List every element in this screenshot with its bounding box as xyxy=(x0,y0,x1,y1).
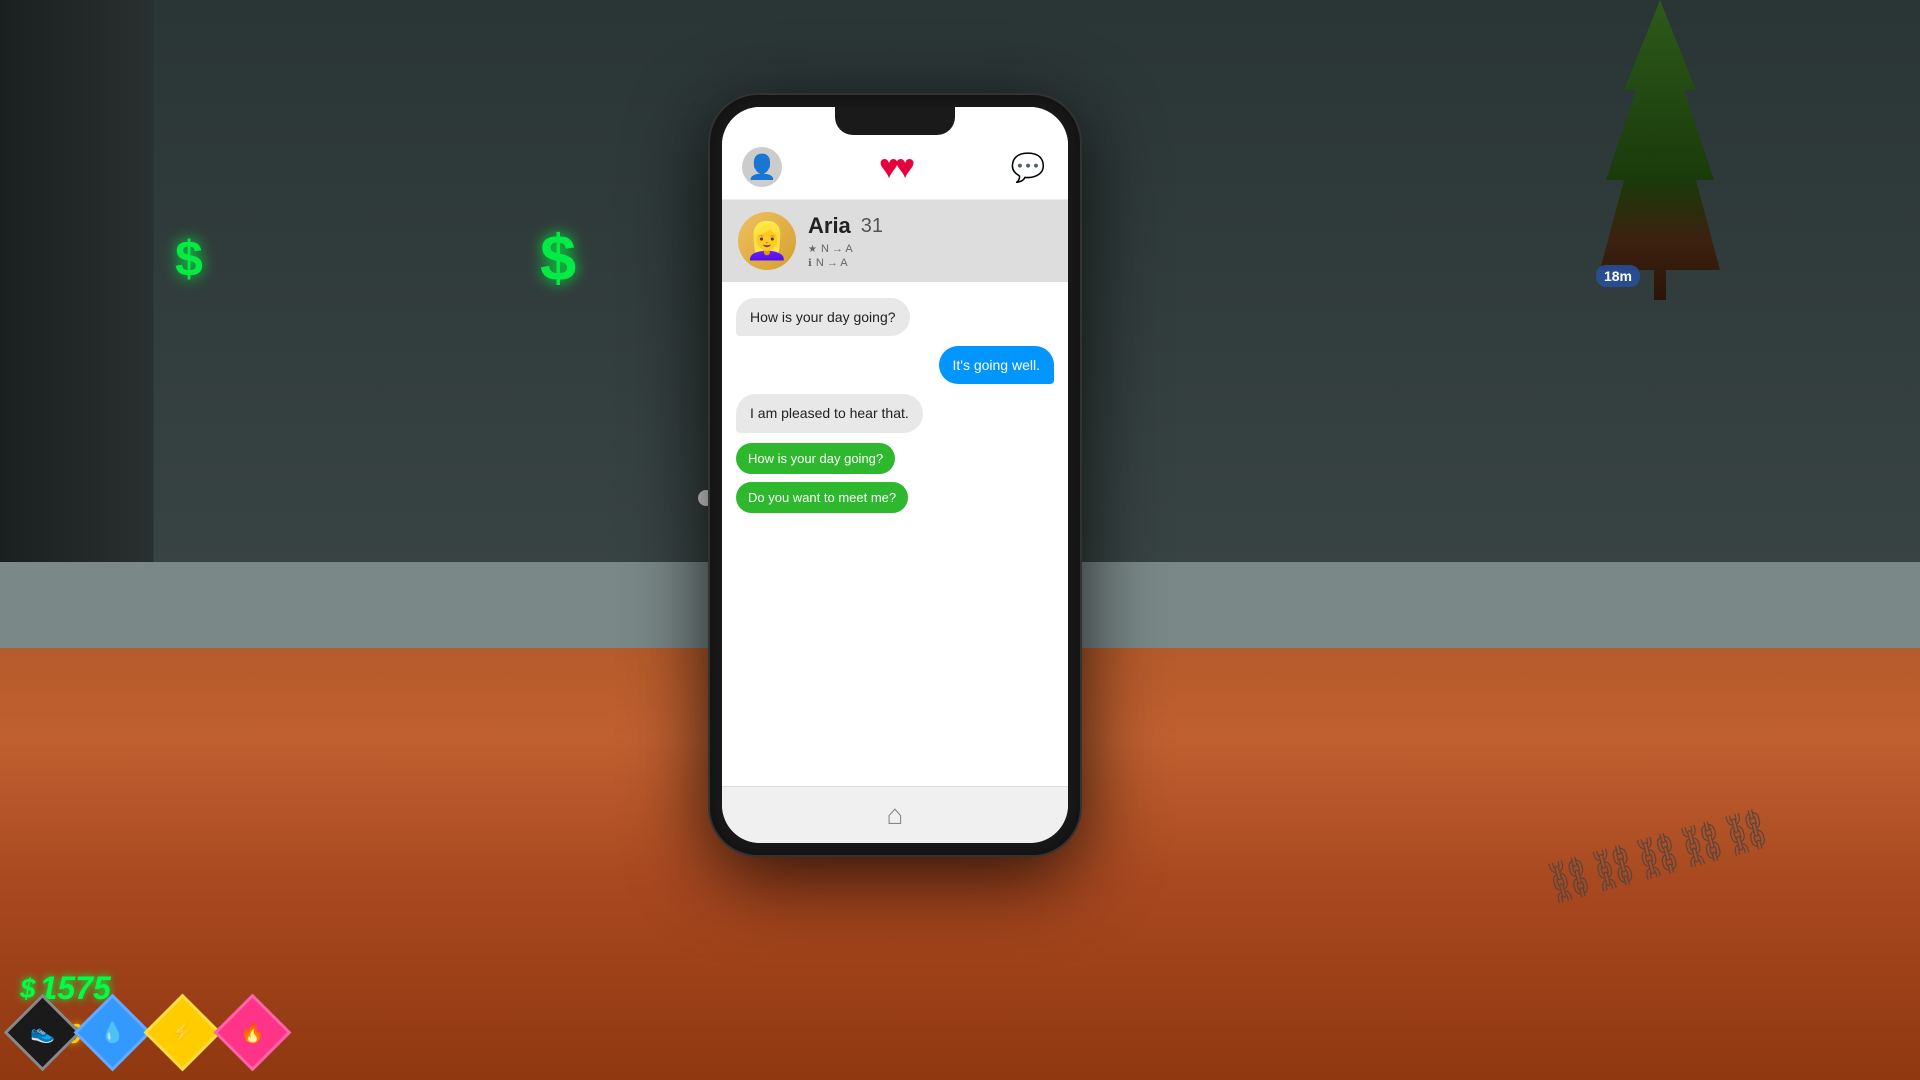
message-1: How is your day going? xyxy=(736,298,910,336)
message-2: It's going well. xyxy=(939,346,1055,384)
stat-row-2: ℹ N → A xyxy=(808,257,1052,269)
chat-icon-header[interactable]: 💬 xyxy=(1008,147,1048,187)
ability-icon-1-symbol: 👟 xyxy=(30,1020,55,1045)
phone-shell: 👤 ♥♥ 💬 👱‍♀️ Aria xyxy=(710,95,1080,855)
chat-area: How is your day going? It's going well. … xyxy=(722,282,1068,786)
stat-2-text: N → A xyxy=(816,257,848,269)
profile-name: Aria xyxy=(808,213,851,239)
profile-section[interactable]: 👱‍♀️ Aria 31 ★ N → A xyxy=(722,200,1068,282)
quick-reply-btn-1[interactable]: How is your day going? xyxy=(736,443,895,474)
ability-icon-1[interactable]: 👟 xyxy=(10,1000,75,1065)
distance-indicator: 18m xyxy=(1596,265,1640,287)
window-sign-2: $ xyxy=(540,220,576,295)
profile-age: 31 xyxy=(861,215,883,238)
app-logo: ♥♥ xyxy=(879,148,911,187)
phone-screen: 👤 ♥♥ 💬 👱‍♀️ Aria xyxy=(722,107,1068,843)
ability-icon-2[interactable]: 💧 xyxy=(80,1000,145,1065)
quick-replies-container: How is your day going? Do you want to me… xyxy=(736,443,1054,513)
stat-1-text: N → A xyxy=(821,243,853,255)
message-3: I am pleased to hear that. xyxy=(736,394,923,432)
profile-avatar: 👱‍♀️ xyxy=(738,212,796,270)
message-1-text: How is your day going? xyxy=(750,309,896,325)
chat-bubble-icon: 💬 xyxy=(1011,151,1046,184)
message-3-text: I am pleased to hear that. xyxy=(750,405,909,421)
ability-icon-4-symbol: 🔥 xyxy=(240,1020,265,1045)
info-stat-icon: ℹ xyxy=(808,258,812,269)
phone-notch xyxy=(835,107,955,135)
star-stat-icon: ★ xyxy=(808,244,817,255)
home-nav-icon[interactable]: ⌂ xyxy=(887,799,904,831)
message-2-text: It's going well. xyxy=(953,357,1041,373)
avatar-face-icon: 👱‍♀️ xyxy=(745,220,790,262)
ability-icon-2-symbol: 💧 xyxy=(100,1020,125,1045)
ability-icon-3-symbol: ⚡ xyxy=(170,1020,195,1045)
profile-name-row: Aria 31 xyxy=(808,213,1052,239)
person-icon: 👤 xyxy=(747,153,777,182)
phone-bottom-nav: ⌂ xyxy=(722,786,1068,843)
window-sign-1: $ xyxy=(175,230,203,288)
game-background: $ $ ⛓⛓⛓⛓⛓ 18m $ 1575 ★ 20 👟 💧 xyxy=(0,0,1920,1080)
quick-reply-btn-2[interactable]: Do you want to meet me? xyxy=(736,482,908,513)
profile-info: Aria 31 ★ N → A ℹ N → A xyxy=(808,213,1052,269)
phone-container: 👤 ♥♥ 💬 👱‍♀️ Aria xyxy=(710,95,1080,855)
stat-row-1: ★ N → A xyxy=(808,243,1052,255)
ability-icon-3[interactable]: ⚡ xyxy=(150,1000,215,1065)
profile-stats: ★ N → A ℹ N → A xyxy=(808,243,1052,269)
profile-icon-header[interactable]: 👤 xyxy=(742,147,782,187)
ability-icons-row: 👟 💧 ⚡ 🔥 xyxy=(10,1000,285,1065)
heart-logo-icon: ♥♥ xyxy=(879,148,911,187)
ability-icon-4[interactable]: 🔥 xyxy=(220,1000,285,1065)
